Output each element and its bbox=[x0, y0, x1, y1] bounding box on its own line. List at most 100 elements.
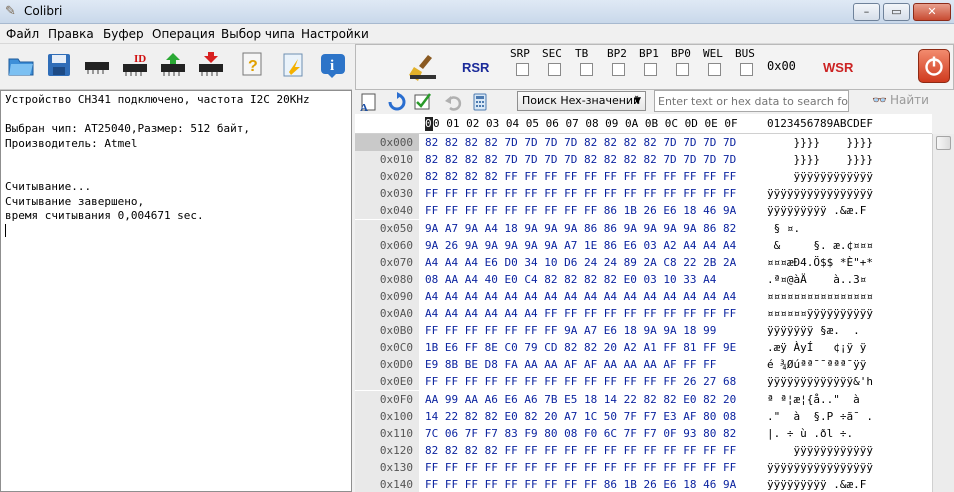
bit-checkbox-bp0[interactable] bbox=[676, 63, 689, 76]
row-address: 0x000 bbox=[355, 134, 419, 152]
row-bytes[interactable]: A4 A4 A4 A4 A4 A4 FF FF FF FF FF FF FF F… bbox=[425, 305, 736, 322]
row-address: 0x0A0 bbox=[355, 305, 419, 323]
scrollbar-thumb[interactable] bbox=[936, 136, 951, 150]
chip-id-icon[interactable]: ID bbox=[120, 50, 150, 80]
row-ascii[interactable]: ÿÿÿÿÿÿÿ §æ. . bbox=[767, 322, 873, 339]
menu-buffer[interactable]: Буфер bbox=[103, 27, 144, 41]
close-button[interactable]: ✕ bbox=[913, 3, 951, 21]
row-bytes[interactable]: 82 82 82 82 FF FF FF FF FF FF FF FF FF F… bbox=[425, 168, 736, 185]
row-bytes[interactable]: FF FF FF FF FF FF FF FF FF FF FF FF FF F… bbox=[425, 185, 736, 202]
row-bytes[interactable]: 14 22 82 82 E0 82 20 A7 1C 50 7F F7 E3 A… bbox=[425, 408, 736, 425]
bit-checkbox-bp2[interactable] bbox=[612, 63, 625, 76]
row-ascii[interactable]: ÿÿÿÿÿÿÿÿÿÿÿÿÿÿÿÿ bbox=[767, 459, 873, 476]
verify-icon[interactable]: ? bbox=[238, 50, 268, 80]
row-bytes[interactable]: FF FF FF FF FF FF FF FF FF 86 1B 26 E6 1… bbox=[425, 202, 736, 219]
row-ascii[interactable]: § ¤. bbox=[767, 220, 866, 237]
hex-view[interactable]: 0x000 82 82 82 82 7D 7D 7D 7D 82 82 82 82… bbox=[355, 134, 932, 492]
maximize-button[interactable]: ▭ bbox=[883, 3, 910, 21]
row-ascii[interactable]: ÿÿÿÿÿÿÿÿÿÿÿÿ bbox=[767, 442, 872, 459]
row-ascii[interactable]: ¤¤¤¤¤¤¤¤¤¤¤¤¤¤¤¤ bbox=[767, 288, 873, 305]
write-chip-icon[interactable] bbox=[158, 50, 188, 80]
search-mode-select[interactable]: Поиск Hex-значений ▼ bbox=[517, 91, 646, 111]
row-ascii[interactable]: .æÿ ÀyÍ ¢¡ÿ ÿ bbox=[767, 339, 873, 356]
log-line: Устройство CH341 подключено, частота I2C… bbox=[5, 93, 310, 106]
row-ascii[interactable]: }}}} }}}} bbox=[767, 151, 872, 168]
bit-checkbox-bus[interactable] bbox=[740, 63, 753, 76]
info-icon[interactable]: i bbox=[318, 50, 348, 80]
bit-checkbox-srp[interactable] bbox=[516, 63, 529, 76]
save-icon[interactable] bbox=[44, 50, 74, 80]
bit-checkbox-sec[interactable] bbox=[548, 63, 561, 76]
search-mode-value: Поиск Hex-значений bbox=[522, 94, 641, 107]
menu-edit[interactable]: Правка bbox=[48, 27, 94, 41]
row-bytes[interactable]: FF FF FF FF FF FF FF 9A A7 E6 18 9A 9A 1… bbox=[425, 322, 716, 339]
row-ascii[interactable]: ." à §.P ÷ã¯ . bbox=[767, 408, 873, 425]
row-bytes[interactable]: FF FF FF FF FF FF FF FF FF 86 1B 26 E6 1… bbox=[425, 476, 736, 492]
row-bytes[interactable]: 08 AA A4 40 E0 C4 82 82 82 82 E0 03 10 3… bbox=[425, 271, 716, 288]
log-output[interactable]: Устройство CH341 подключено, частота I2C… bbox=[0, 90, 352, 492]
row-bytes[interactable]: 82 82 82 82 FF FF FF FF FF FF FF FF FF F… bbox=[425, 442, 736, 459]
row-bytes[interactable]: FF FF FF FF FF FF FF FF FF FF FF FF FF F… bbox=[425, 459, 736, 476]
row-bytes[interactable]: E9 8B BE D8 FA AA AA AF AF AA AA AA AF F… bbox=[425, 356, 716, 373]
wsr-label[interactable]: WSR bbox=[823, 60, 853, 75]
menu-settings[interactable]: Настройки bbox=[301, 27, 369, 41]
rsr-label: RSR bbox=[462, 60, 490, 75]
row-ascii[interactable]: }}}} }}}} bbox=[767, 134, 872, 151]
row-address: 0x0C0 bbox=[355, 339, 419, 357]
bit-checkbox-tb[interactable] bbox=[580, 63, 593, 76]
hex-row: 0x050 9A A7 9A A4 18 9A 9A 9A 86 86 9A 9A… bbox=[355, 219, 932, 237]
row-ascii[interactable]: |. ÷ ù .ðl ÷. bbox=[767, 425, 873, 442]
row-bytes[interactable]: 82 82 82 82 7D 7D 7D 7D 82 82 82 82 7D 7… bbox=[425, 151, 736, 168]
row-address: 0x070 bbox=[355, 253, 419, 271]
row-ascii[interactable]: ÿÿÿÿÿÿÿÿÿÿÿÿÿÿÿÿ bbox=[767, 185, 873, 202]
row-ascii[interactable]: ÿÿÿÿÿÿÿÿÿ .&æ.F bbox=[767, 476, 873, 492]
hex-row: 0x0E0 FF FF FF FF FF FF FF FF FF FF FF FF… bbox=[355, 373, 932, 391]
row-ascii[interactable]: ÿÿÿÿÿÿÿÿÿ .&æ.F bbox=[767, 202, 873, 219]
minimize-button[interactable]: – bbox=[853, 3, 880, 21]
read-chip-icon[interactable] bbox=[82, 50, 112, 80]
row-ascii[interactable]: ª ª¦æ¦{å.." à bbox=[767, 391, 873, 408]
calculator-icon[interactable] bbox=[471, 92, 489, 115]
row-bytes[interactable]: 7C 06 7F F7 83 F9 80 08 F0 6C 7F F7 0F 9… bbox=[425, 425, 736, 442]
edit-check-icon[interactable] bbox=[413, 92, 435, 115]
log-line: Считывание... bbox=[5, 180, 92, 193]
menu-file[interactable]: Файл bbox=[6, 27, 39, 41]
row-bytes[interactable]: A4 A4 A4 A4 A4 A4 A4 A4 A4 A4 A4 A4 A4 A… bbox=[425, 288, 736, 305]
menu-operation[interactable]: Операция bbox=[152, 27, 215, 41]
row-bytes[interactable]: FF FF FF FF FF FF FF FF FF FF FF FF FF 2… bbox=[425, 373, 736, 390]
row-ascii[interactable]: & §. æ.¢¤¤¤ bbox=[767, 237, 873, 254]
row-address: 0x050 bbox=[355, 219, 419, 237]
hex-row: 0x140 FF FF FF FF FF FF FF FF FF 86 1B 26… bbox=[355, 476, 932, 492]
row-address: 0x010 bbox=[355, 151, 419, 169]
row-bytes[interactable]: 1B E6 FF 8E C0 79 CD 82 82 20 A2 A1 FF 8… bbox=[425, 339, 736, 356]
erase-chip-icon[interactable] bbox=[196, 50, 226, 80]
document-a-icon[interactable]: A bbox=[359, 92, 379, 115]
row-bytes[interactable]: 82 82 82 82 7D 7D 7D 7D 82 82 82 82 7D 7… bbox=[425, 134, 736, 151]
row-bytes[interactable]: 9A 26 9A 9A 9A 9A 9A A7 1E 86 E6 03 A2 A… bbox=[425, 237, 736, 254]
search-input[interactable] bbox=[654, 90, 849, 112]
row-ascii[interactable]: ¤¤¤æÐ4.Ö$$ *È"+* bbox=[767, 254, 873, 271]
hex-column-header: 0 0 01 02 03 04 05 06 07 08 09 0A 0B 0C … bbox=[355, 114, 932, 134]
row-bytes[interactable]: A4 A4 A4 E6 D0 34 10 D6 24 24 89 2A C8 2… bbox=[425, 254, 736, 271]
row-ascii[interactable]: ÿÿÿÿÿÿÿÿÿÿÿÿÿ&'h bbox=[767, 373, 873, 390]
row-ascii[interactable]: ¤¤¤¤¤¤ÿÿÿÿÿÿÿÿÿÿ bbox=[767, 305, 873, 322]
row-ascii[interactable]: .ª¤@àÄ à..3¤ bbox=[767, 271, 866, 288]
row-bytes[interactable]: AA 99 AA A6 E6 A6 7B E5 18 14 22 82 82 E… bbox=[425, 391, 736, 408]
bit-label-bp1: BP1 bbox=[639, 47, 659, 60]
refresh-icon[interactable] bbox=[387, 92, 407, 115]
find-button[interactable]: 👓 Найти bbox=[872, 93, 929, 107]
undo-icon[interactable] bbox=[443, 92, 463, 115]
row-ascii[interactable]: ÿÿÿÿÿÿÿÿÿÿÿÿ bbox=[767, 168, 872, 185]
row-bytes[interactable]: 9A A7 9A A4 18 9A 9A 9A 86 86 9A 9A 9A 9… bbox=[425, 220, 736, 237]
menu-chip-select[interactable]: Выбор чипа bbox=[221, 27, 295, 41]
bit-checkbox-bp1[interactable] bbox=[644, 63, 657, 76]
bit-checkbox-wel[interactable] bbox=[708, 63, 721, 76]
automation-icon[interactable] bbox=[278, 50, 308, 80]
power-button[interactable] bbox=[918, 49, 950, 83]
row-address: 0x110 bbox=[355, 424, 419, 442]
row-ascii[interactable]: é ¾Øúªª¯¯ªªª¯ÿÿ bbox=[767, 356, 866, 373]
hex-row: 0x020 82 82 82 82 FF FF FF FF FF FF FF FF… bbox=[355, 168, 932, 186]
vertical-scrollbar[interactable] bbox=[932, 134, 954, 492]
open-folder-icon[interactable] bbox=[6, 50, 36, 80]
broom-icon[interactable] bbox=[408, 53, 438, 86]
